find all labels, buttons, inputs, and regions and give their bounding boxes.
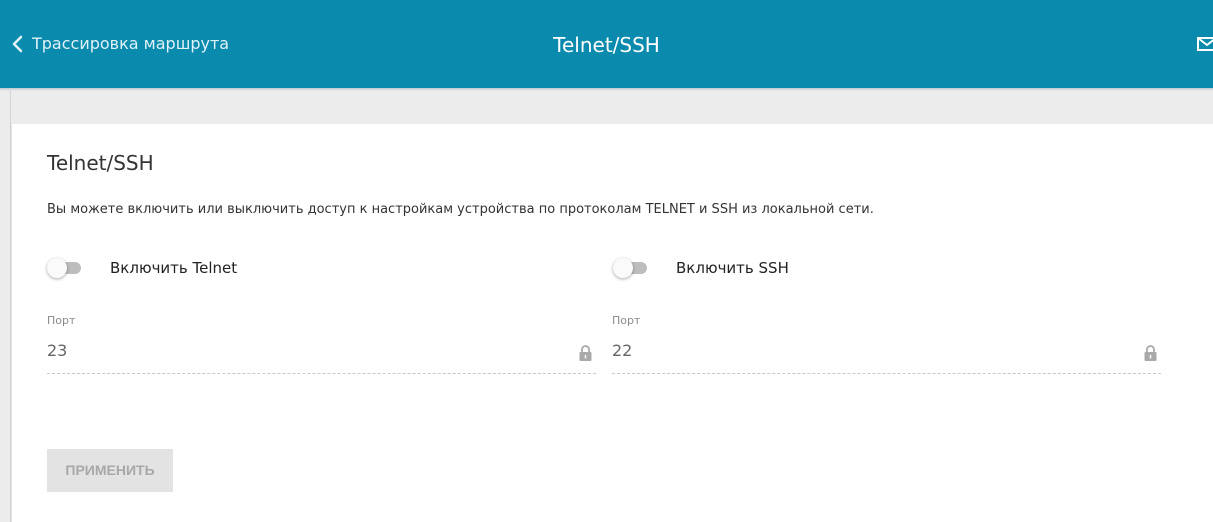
ssh-toggle-row: Включить SSH bbox=[613, 258, 789, 278]
ssh-port-label: Порт bbox=[612, 314, 641, 327]
telnet-port-label: Порт bbox=[47, 314, 76, 327]
lock-icon bbox=[579, 345, 592, 361]
ssh-toggle[interactable] bbox=[613, 258, 649, 278]
section-description: Вы можете включить или выключить доступ … bbox=[47, 202, 874, 217]
header-shadow bbox=[0, 88, 1213, 91]
mail-icon[interactable] bbox=[1197, 36, 1213, 52]
telnet-port-underline bbox=[47, 373, 596, 374]
ssh-toggle-label: Включить SSH bbox=[676, 259, 789, 277]
telnet-port-field[interactable]: Порт 23 bbox=[47, 310, 596, 374]
telnet-toggle-row: Включить Telnet bbox=[47, 258, 237, 278]
apply-button[interactable]: ПРИМЕНИТЬ bbox=[47, 449, 173, 492]
telnet-port-value[interactable]: 23 bbox=[47, 341, 67, 360]
settings-panel: Telnet/SSH Вы можете включить или выключ… bbox=[12, 124, 1213, 522]
telnet-toggle-label: Включить Telnet bbox=[110, 259, 238, 277]
toggle-knob bbox=[47, 258, 67, 278]
telnet-toggle[interactable] bbox=[47, 258, 83, 278]
top-bar: Трассировка маршрута Telnet/SSH bbox=[0, 0, 1213, 88]
ssh-port-field[interactable]: Порт 22 bbox=[612, 310, 1161, 374]
toggle-knob bbox=[613, 258, 633, 278]
left-divider bbox=[10, 88, 11, 522]
ssh-port-value[interactable]: 22 bbox=[612, 341, 632, 360]
ssh-port-underline bbox=[612, 373, 1161, 374]
section-title: Telnet/SSH bbox=[47, 151, 154, 175]
lock-icon bbox=[1144, 345, 1157, 361]
page-title: Telnet/SSH bbox=[553, 33, 660, 57]
